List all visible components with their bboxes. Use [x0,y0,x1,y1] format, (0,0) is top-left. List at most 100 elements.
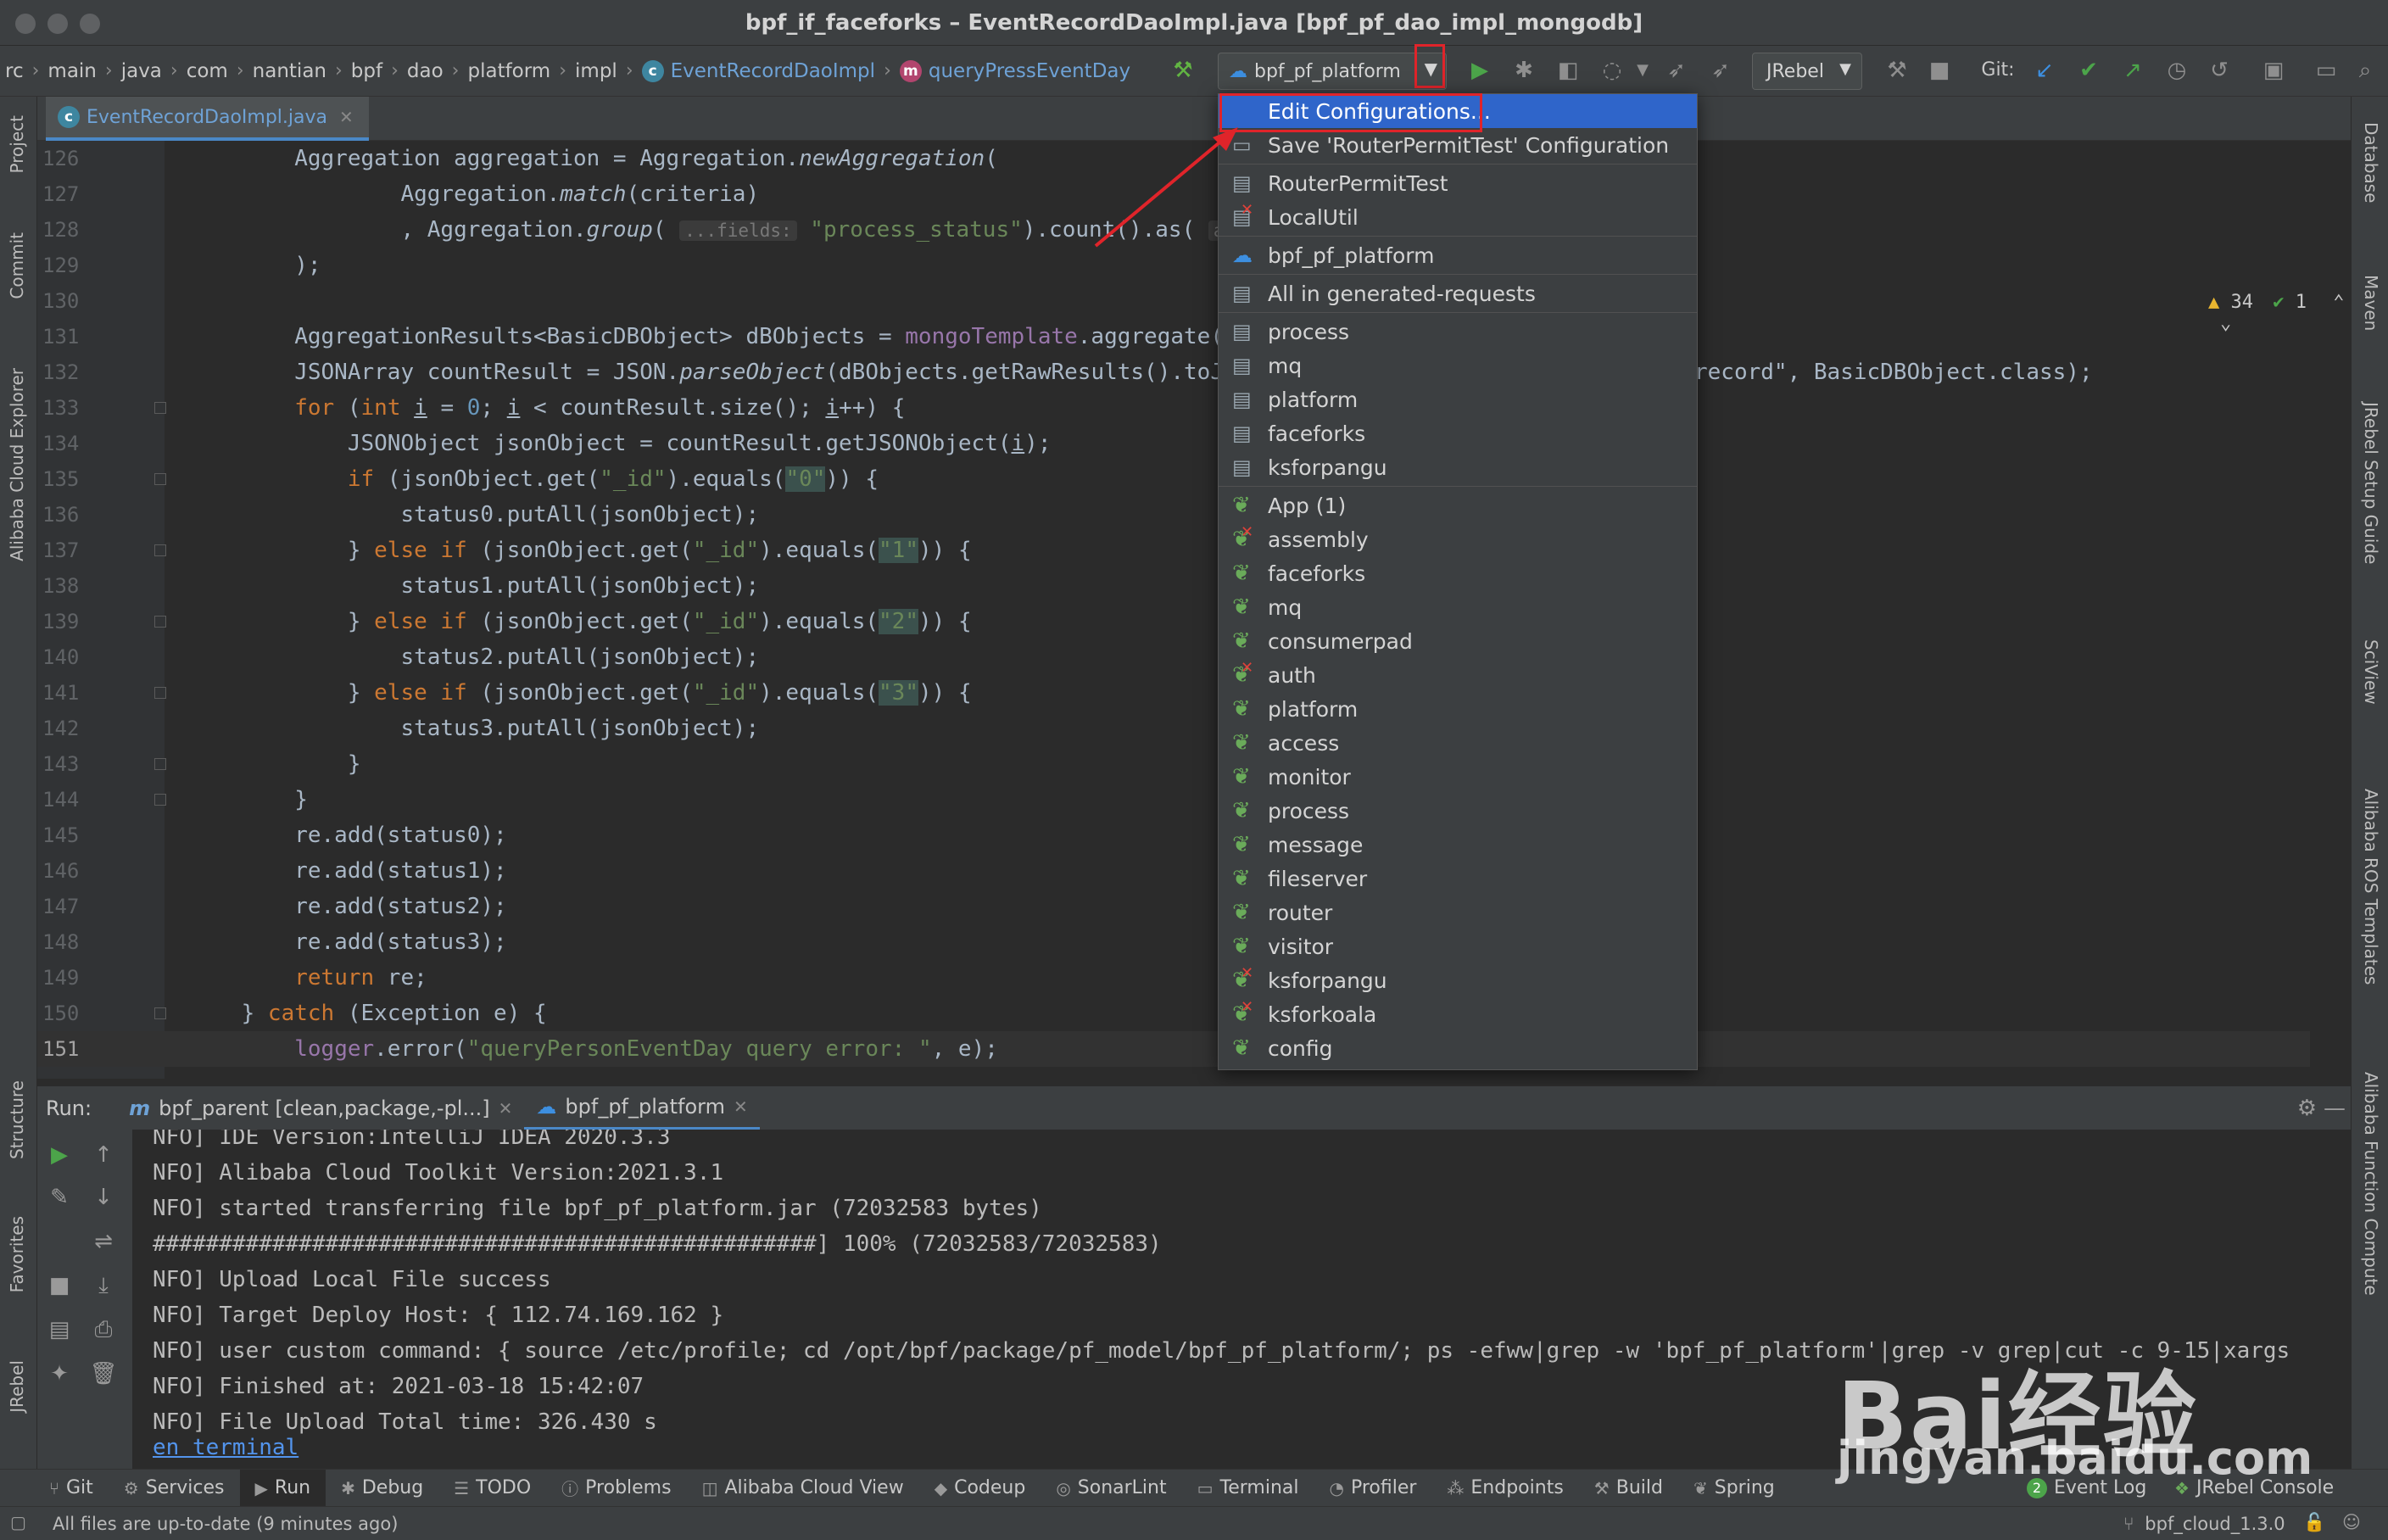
breadcrumb-item[interactable]: rc [0,60,29,82]
breadcrumb-item[interactable]: impl [570,60,622,82]
bottom-tool-alibaba-cloud-view[interactable]: ◫ Alibaba Cloud View [687,1470,919,1507]
layout-icon[interactable]: ▤ [42,1313,76,1347]
print-icon[interactable]: ⎙ [86,1313,120,1347]
breadcrumb-item[interactable]: com [181,60,233,82]
menu-item[interactable]: ▤ process [1219,315,1697,349]
project-structure-icon[interactable]: ▣ [2259,56,2288,85]
fold-marker-icon[interactable] [154,794,166,806]
fold-marker-icon[interactable] [154,402,166,414]
profile-icon[interactable]: ◌ [1598,56,1626,85]
bottom-tool-debug[interactable]: ✱ Debug [326,1470,438,1507]
menu-item[interactable]: ❦ ✕ assembly [1219,522,1697,556]
layout-icon[interactable]: ▭ [2312,56,2341,85]
run-tab-bpf-parent[interactable]: m bpf_parent [clean,package,-pl...] ✕ [117,1086,524,1130]
open-terminal-link[interactable]: en terminal [153,1430,298,1465]
bottom-tool-problems[interactable]: ⓘ Problems [546,1470,686,1507]
menu-item[interactable]: ❦ config [1219,1031,1697,1065]
bottom-tool-sonarlint[interactable]: ◎ SonarLint [1041,1470,1181,1507]
history-icon[interactable]: ◷ [2162,56,2191,85]
menu-item[interactable]: ❦ router [1219,896,1697,929]
git-update-icon[interactable]: ↙ [2030,56,2059,85]
close-tab-icon[interactable]: ✕ [339,107,354,127]
close-tab-icon[interactable]: ✕ [734,1096,748,1117]
tool-jrebel-setup-guide[interactable]: JRebel Setup Guide [2361,402,2381,564]
menu-item[interactable]: ▭ Save 'RouterPermitTest' Configuration [1219,128,1697,162]
menu-item[interactable]: ▤ mq [1219,349,1697,382]
rollback-icon[interactable]: ↺ [2205,56,2234,85]
tab-event-record-dao-impl[interactable]: c EventRecordDaoImpl.java ✕ [46,97,369,141]
tool-project[interactable]: Project [7,115,27,173]
search-icon[interactable]: ⌕ [2351,56,2380,85]
menu-item[interactable]: ❦ access [1219,726,1697,760]
tool-database[interactable]: Database [2361,122,2381,203]
breadcrumb-item[interactable]: dao [402,60,449,82]
menu-item[interactable]: ▤ ksforpangu [1219,450,1697,484]
run-tab-bpf-pf-platform[interactable]: ☁ bpf_pf_platform ✕ [524,1086,760,1130]
inspection-widget[interactable]: ▲ 34 ✔ 1 ⌃ ⌄ [2208,292,2351,334]
breadcrumb-item[interactable]: main [42,60,101,82]
fold-marker-icon[interactable] [154,473,166,485]
code-editor[interactable]: 126 Aggregation aggregation = Aggregatio… [37,141,2351,1079]
breadcrumb-item[interactable]: nantian [248,60,332,82]
menu-item[interactable]: ❦ message [1219,828,1697,862]
soft-wrap-icon[interactable]: ⇌ [86,1225,120,1258]
tool-commit[interactable]: Commit [7,232,27,299]
fold-marker-icon[interactable] [154,1007,166,1019]
menu-item[interactable]: ❦ process [1219,794,1697,828]
menu-item[interactable]: ▤ ✕ LocalUtil [1219,200,1697,234]
scroll-to-end-icon[interactable]: ⤓ [86,1269,120,1303]
lock-icon[interactable]: 🔓 [2303,1512,2325,1533]
fold-marker-icon[interactable] [154,687,166,699]
bottom-tool-git[interactable]: ⑂ Git [34,1470,109,1507]
breadcrumb-class[interactable]: c EventRecordDaoImpl [637,59,880,82]
breadcrumb-method[interactable]: m queryPressEventDay [895,59,1135,82]
fold-marker-icon[interactable] [154,616,166,628]
run-configuration-dropdown[interactable]: ☁ bpf_pf_platform ▼ [1218,53,1447,90]
rerun-icon[interactable]: ▶ [42,1138,76,1172]
notifications-icon[interactable]: ☺ [2342,1512,2361,1532]
debug-icon[interactable]: ✱ [1509,56,1538,85]
menu-item[interactable]: ▤ faceforks [1219,416,1697,450]
fold-marker-icon[interactable] [154,758,166,770]
menu-item[interactable]: ▤ RouterPermitTest [1219,166,1697,200]
bottom-tool-codeup[interactable]: ◆ Codeup [919,1470,1041,1507]
menu-item[interactable]: ▤ platform [1219,382,1697,416]
gear-icon[interactable]: ⚙ [2297,1096,2317,1121]
menu-item[interactable]: ❦ visitor [1219,929,1697,963]
chevron-down-icon[interactable]: ⌄ [2220,313,2231,334]
breadcrumb-item[interactable]: platform [462,60,555,82]
scroll-up-icon[interactable]: ↑ [86,1138,120,1172]
run-configuration-popup[interactable]: Edit Configurations... ▭ Save 'RouterPermi… [1218,93,1698,1070]
bottom-tool-todo[interactable]: ☰ TODO [438,1470,546,1507]
tool-sciview[interactable]: SciView [2361,639,2381,705]
wrench-icon[interactable]: ✎ [42,1180,76,1214]
coverage-icon[interactable]: ◧ [1554,56,1582,85]
tool-maven[interactable]: Maven [2361,275,2381,331]
menu-item[interactable]: ❦ ✕ auth [1219,658,1697,692]
run-icon[interactable]: ▶ [1465,56,1494,85]
jrebel-dropdown[interactable]: JRebel ▼ [1752,53,1862,90]
close-tab-icon[interactable]: ✕ [499,1098,513,1119]
git-branch[interactable]: ⑂ bpf_cloud_1.3.0 [2123,1514,2285,1534]
bottom-tool-services[interactable]: ⚙ Services [109,1470,240,1507]
menu-item[interactable]: ❦ App (1) [1219,488,1697,522]
tool-jrebel[interactable]: JRebel [7,1360,27,1413]
bottom-tool-terminal[interactable]: ▭ Terminal [1182,1470,1314,1507]
stop-icon[interactable]: ■ [42,1269,76,1303]
layout-toggle-icon[interactable]: ▢ [10,1512,26,1532]
tool-structure[interactable]: Structure [7,1080,27,1159]
minimize-icon[interactable]: — [2324,1096,2346,1121]
breadcrumb-item[interactable]: java [116,60,167,82]
hammer-icon[interactable]: ⚒ [1883,56,1911,85]
chevron-up-icon[interactable]: ⌃ [2333,292,2344,313]
jrebel-debug-icon[interactable]: ➶ [1706,56,1735,85]
scroll-down-icon[interactable]: ↓ [86,1180,120,1214]
tool-alibaba-ros-templates[interactable]: Alibaba ROS Templates [2361,789,2381,985]
chevron-down-icon[interactable]: ▼ [1628,56,1657,85]
stop-icon[interactable]: ■ [1925,56,1954,85]
menu-item[interactable]: ❦ platform [1219,692,1697,726]
menu-item[interactable]: ▤ All in generated-requests [1219,276,1697,310]
trash-icon[interactable]: 🗑 [86,1357,120,1391]
menu-item[interactable]: ☁ bpf_pf_platform [1219,238,1697,272]
tool-favorites[interactable]: Favorites [7,1216,27,1292]
